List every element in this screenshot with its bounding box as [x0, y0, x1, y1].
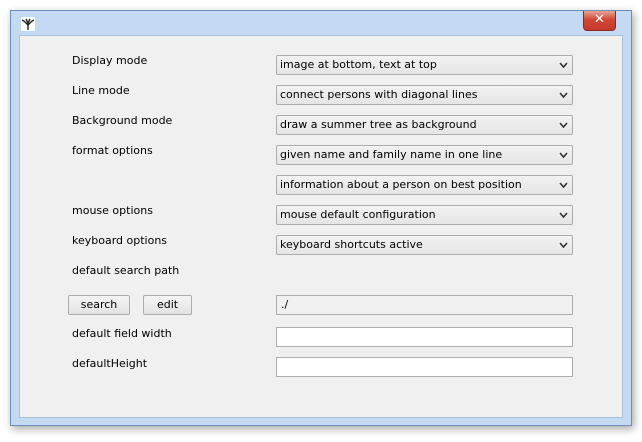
- background-mode-value: draw a summer tree as background: [280, 118, 477, 131]
- default-height-input[interactable]: [276, 357, 573, 377]
- default-height-label: defaultHeight: [72, 357, 148, 370]
- keyboard-options-label: keyboard options: [72, 234, 168, 247]
- background-mode-label: Background mode: [72, 114, 173, 127]
- default-search-path-label: default search path: [72, 264, 180, 277]
- line-mode-select[interactable]: connect persons with diagonal lines: [276, 85, 573, 105]
- chevron-down-icon: [559, 152, 568, 159]
- search-path-field[interactable]: ./: [276, 295, 573, 315]
- chevron-down-icon: [559, 62, 568, 69]
- mouse-options-select[interactable]: mouse default configuration: [276, 205, 573, 225]
- name-format-select[interactable]: given name and family name in one line: [276, 145, 573, 165]
- background-mode-select[interactable]: draw a summer tree as background: [276, 115, 573, 135]
- display-mode-value: image at bottom, text at top: [280, 58, 437, 71]
- info-position-value: information about a person on best posit…: [280, 178, 522, 191]
- settings-panel: Display mode image at bottom, text at to…: [19, 35, 623, 418]
- chevron-down-icon: [559, 212, 568, 219]
- default-field-width-input[interactable]: [276, 327, 573, 347]
- format-options-label: format options: [72, 144, 153, 157]
- info-position-select[interactable]: information about a person on best posit…: [276, 175, 573, 195]
- display-mode-label: Display mode: [72, 54, 148, 67]
- chevron-down-icon: [559, 242, 568, 249]
- mouse-options-value: mouse default configuration: [280, 208, 436, 221]
- keyboard-options-select[interactable]: keyboard shortcuts active: [276, 235, 573, 255]
- display-mode-select[interactable]: image at bottom, text at top: [276, 55, 573, 75]
- line-mode-value: connect persons with diagonal lines: [280, 88, 478, 101]
- edit-button[interactable]: edit: [143, 295, 192, 315]
- chevron-down-icon: [559, 182, 568, 189]
- search-button[interactable]: search: [68, 295, 130, 315]
- settings-window: ✕ Display mode image at bottom, text at …: [10, 10, 632, 426]
- default-field-width-label: default field width: [72, 327, 172, 340]
- chevron-down-icon: [559, 122, 568, 129]
- name-format-value: given name and family name in one line: [280, 148, 503, 161]
- mouse-options-label: mouse options: [72, 204, 153, 217]
- line-mode-label: Line mode: [72, 84, 130, 97]
- tree-icon: [21, 17, 35, 31]
- chevron-down-icon: [559, 92, 568, 99]
- close-icon: ✕: [594, 12, 605, 27]
- title-bar: ✕: [11, 11, 631, 35]
- keyboard-options-value: keyboard shortcuts active: [280, 238, 423, 251]
- close-button[interactable]: ✕: [583, 11, 616, 31]
